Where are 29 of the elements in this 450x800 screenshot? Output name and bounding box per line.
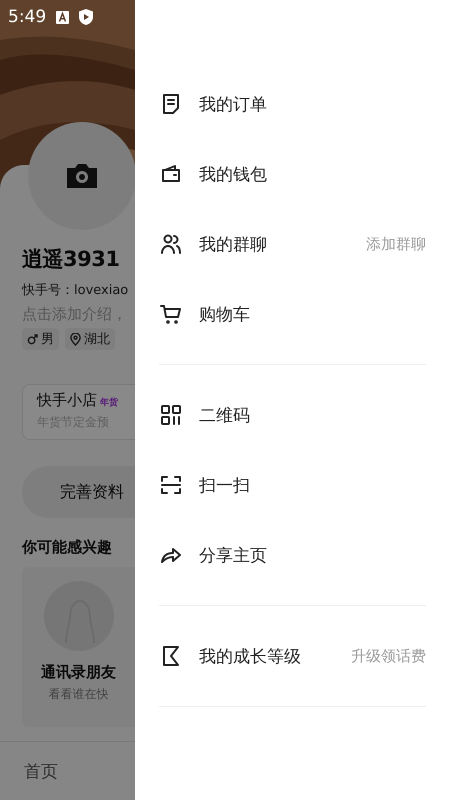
- status-time: 5:49: [8, 7, 46, 27]
- scan-icon: [159, 473, 183, 497]
- suggestion-subtitle: 看看谁在快: [48, 686, 108, 703]
- shield-play-icon: [79, 9, 94, 25]
- menu-item[interactable]: 我的订单: [199, 92, 426, 116]
- menu-item[interactable]: 扫一扫: [199, 474, 426, 496]
- suggestion-title: 通讯录朋友: [41, 663, 116, 682]
- menu-item[interactable]: 分享主页: [199, 544, 426, 566]
- location-pin-icon: [70, 332, 81, 346]
- suggestion-card[interactable]: 通讯录朋友 看看谁在快: [22, 567, 135, 727]
- people-icon: [159, 232, 183, 256]
- menu-item[interactable]: 我的钱包: [199, 162, 426, 186]
- camera-icon: [65, 162, 99, 190]
- menu-item[interactable]: 二维码: [199, 404, 426, 426]
- menu-item[interactable]: 我的群聊: [199, 232, 366, 256]
- profile-name: 逍遥3931: [22, 246, 120, 273]
- a-icon: [56, 10, 70, 24]
- shop-title: 快手小店 年货: [37, 391, 119, 410]
- nav-tab[interactable]: 首页: [24, 760, 58, 782]
- menu-item[interactable]: 购物车: [199, 302, 426, 326]
- location-tag: 湖北: [65, 328, 115, 350]
- qr-code-icon: [159, 403, 183, 427]
- account-id: 快手号：lovexiao: [22, 282, 130, 299]
- menu-item[interactable]: 我的成长等级: [199, 644, 351, 668]
- cart-icon: [159, 302, 183, 326]
- male-icon: [27, 334, 38, 344]
- section-title: 你可能感兴趣: [22, 538, 113, 557]
- complete-profile-button[interactable]: 完善资料: [22, 466, 135, 518]
- gender-tag: 男: [22, 328, 59, 350]
